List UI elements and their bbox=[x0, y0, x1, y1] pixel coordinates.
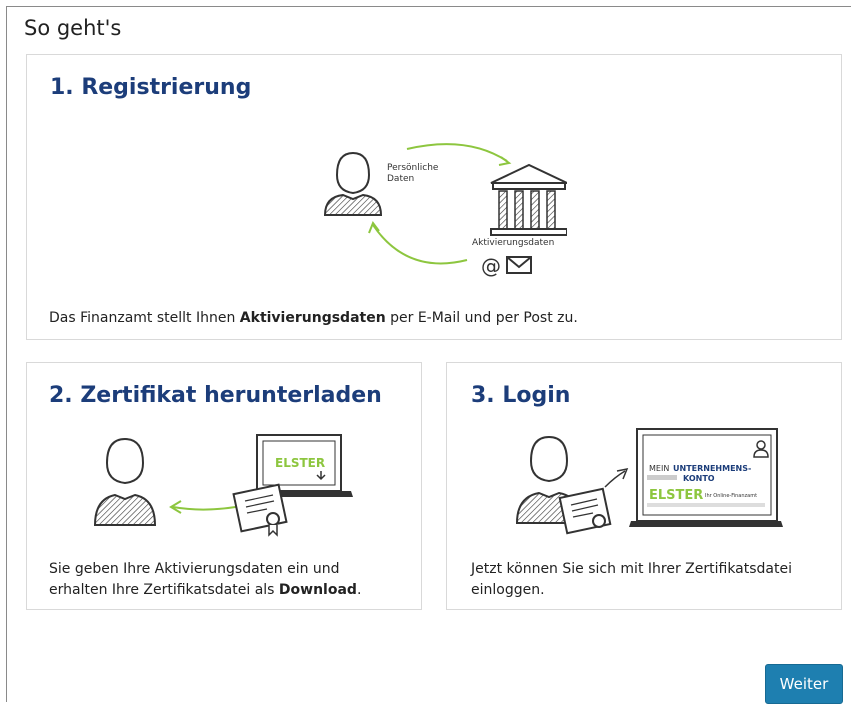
envelope-icon bbox=[506, 256, 532, 274]
screen-unternehmens: UNTERNEHMENS- bbox=[673, 464, 751, 473]
certificate-icon bbox=[558, 487, 612, 535]
person-icon bbox=[93, 437, 157, 526]
step-card-download-certificate: 2. Zertifikat herunterladen ELSTER Sie g… bbox=[26, 362, 422, 610]
label-personal-data-2: Daten bbox=[387, 174, 414, 184]
screen-elster-text: ELSTER bbox=[275, 456, 325, 470]
download-illustration: ELSTER bbox=[93, 434, 353, 537]
step-card-registration: 1. Registrierung Persönliche Daten Aktiv… bbox=[26, 54, 842, 340]
login-illustration: MEIN UNTERNEHMENS- KONTO ELSTER Ihr Onli… bbox=[515, 428, 783, 535]
person-icon bbox=[323, 151, 383, 216]
screen-konto: KONTO bbox=[683, 474, 715, 483]
tax-office-building-icon bbox=[490, 163, 567, 236]
certificate-icon bbox=[232, 483, 288, 537]
step-title: 3. Login bbox=[471, 383, 571, 408]
step-title: 1. Registrierung bbox=[50, 75, 252, 100]
label-personal-data: Persönliche bbox=[387, 163, 439, 173]
step-title: 2. Zertifikat herunterladen bbox=[49, 383, 382, 408]
screen-mein: MEIN bbox=[649, 464, 669, 473]
at-icon: @ bbox=[481, 254, 501, 278]
screen-elster: ELSTER bbox=[649, 488, 703, 503]
step-card-login: 3. Login MEIN UNTERNEHMENS- KONTO ELSTER… bbox=[446, 362, 842, 610]
screen-tagline: Ihr Online-Finanzamt bbox=[705, 493, 757, 499]
step-description: Jetzt können Sie sich mit Ihrer Zertifik… bbox=[471, 561, 792, 598]
step-description: Das Finanzamt stellt Ihnen Aktivierungsd… bbox=[49, 310, 578, 326]
page-title: So geht's bbox=[24, 16, 122, 40]
label-activation-data: Aktivierungsdaten bbox=[472, 238, 554, 248]
next-button[interactable]: Weiter bbox=[765, 664, 843, 704]
step-description: Sie geben Ihre Aktivierungsdaten ein und… bbox=[49, 561, 362, 598]
registration-illustration: Persönliche Daten Aktivierungsdaten @ bbox=[323, 143, 567, 278]
